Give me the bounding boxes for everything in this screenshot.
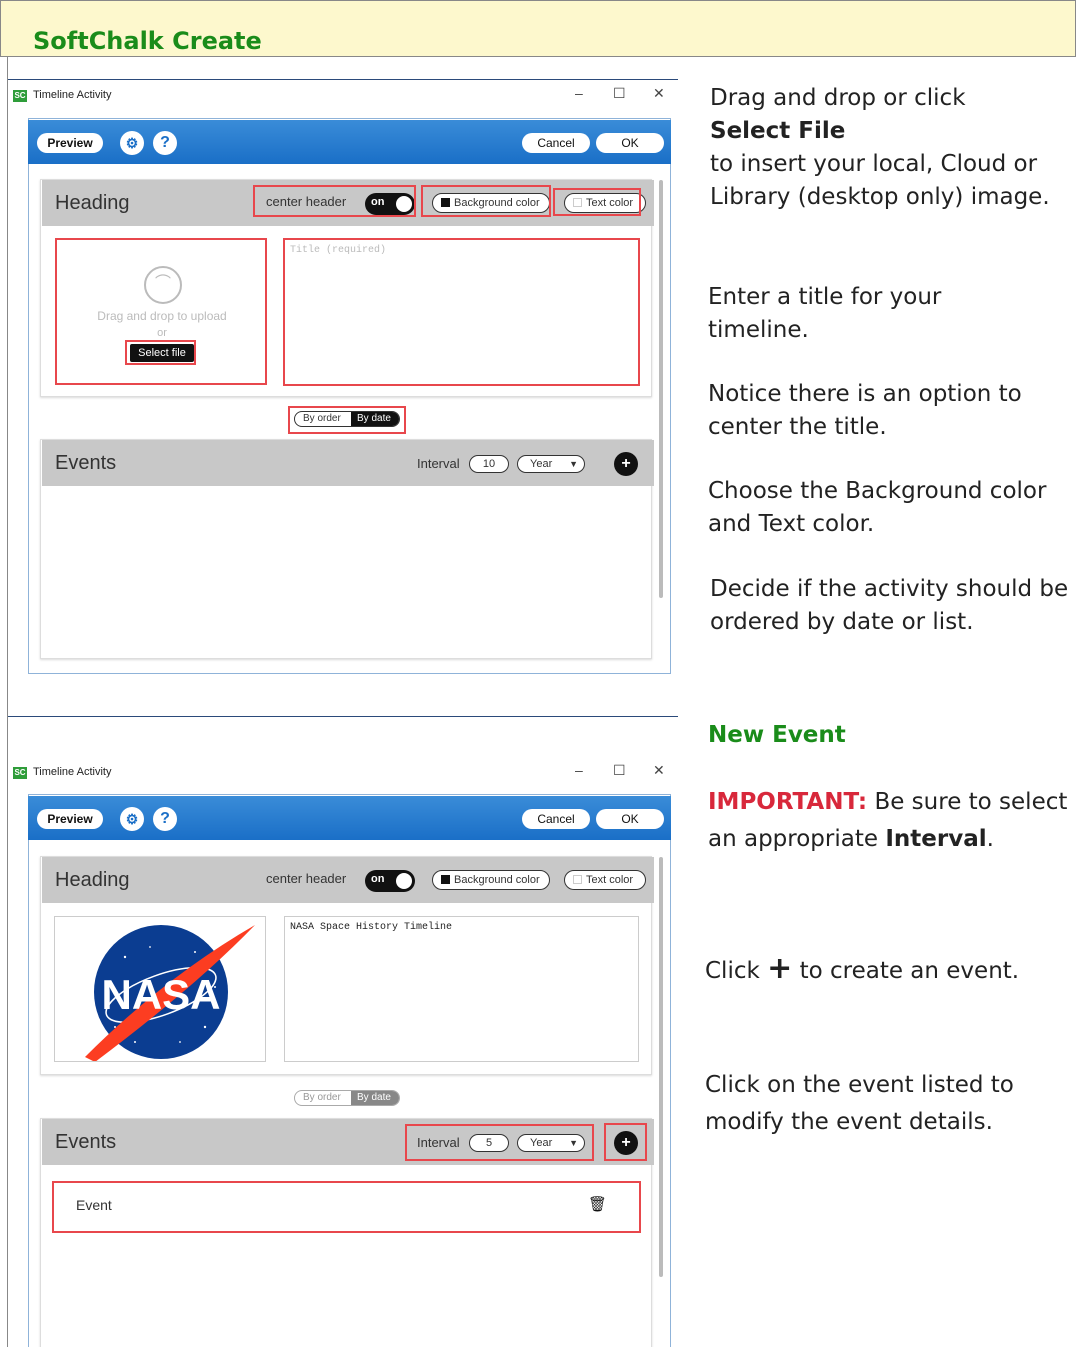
gear-icon[interactable]: ⚙ — [120, 807, 144, 831]
note-select-file: Drag and drop or click Select File to in… — [710, 82, 1070, 214]
chevron-down-icon: ▼ — [569, 459, 578, 469]
window-title: Timeline Activity — [33, 766, 112, 778]
title-input[interactable]: NASA Space History Timeline — [284, 916, 639, 1062]
toggle-label: on — [371, 873, 385, 885]
softchalk-logo-icon: SC — [13, 767, 27, 779]
note-text: to insert your local, Cloud or Library (… — [710, 151, 1050, 210]
ok-button[interactable]: OK — [596, 133, 664, 153]
text-color-button[interactable]: Text color — [564, 870, 646, 890]
highlight-background-color — [421, 185, 551, 217]
interval-label: Interval — [417, 456, 460, 471]
note-text: Drag and drop or click — [710, 85, 966, 111]
scrollbar[interactable] — [659, 180, 663, 598]
heading-label: Heading — [55, 869, 130, 891]
highlight-title-input — [283, 238, 640, 386]
toggle-knob — [396, 873, 412, 889]
gear-icon[interactable]: ⚙ — [120, 131, 144, 155]
add-event-button[interactable]: + — [614, 452, 638, 476]
highlight-text-color — [553, 188, 641, 216]
uploaded-image[interactable]: NASA — [54, 916, 266, 1062]
heading-bar: Heading center header on Background colo… — [42, 857, 654, 903]
close-button[interactable]: ✕ — [653, 762, 665, 779]
nasa-logo-image: NASA — [85, 925, 255, 1061]
highlight-order-toggle — [288, 406, 406, 434]
events-label: Events — [55, 1131, 117, 1153]
heading-label: Heading — [55, 192, 130, 214]
events-label: Events — [55, 452, 117, 474]
help-icon[interactable]: ? — [153, 131, 177, 155]
order-toggle[interactable]: By order By date — [294, 1090, 400, 1106]
preview-button[interactable]: Preview — [37, 809, 103, 829]
maximize-button[interactable]: ☐ — [613, 85, 626, 102]
banner-title: SoftChalk Create — [33, 27, 262, 55]
cancel-button[interactable]: Cancel — [522, 133, 590, 153]
maximize-button[interactable]: ☐ — [613, 762, 626, 779]
separator-line — [8, 716, 678, 717]
interval-unit-select[interactable]: Year ▼ — [517, 455, 585, 473]
highlight-add-event — [604, 1123, 647, 1161]
events-bar: Events Interval 10 Year ▼ + — [42, 440, 654, 486]
cancel-button[interactable]: Cancel — [522, 809, 590, 829]
note-click-plus: Click + to create an event. — [705, 948, 1025, 992]
text-color-label: Text color — [586, 874, 634, 886]
swatch-icon — [441, 875, 450, 884]
by-date-option[interactable]: By date — [351, 1091, 399, 1105]
window-titlebar: SC Timeline Activity – ☐ ✕ — [8, 757, 678, 787]
toolbar: Preview ⚙ ? Cancel OK — [28, 796, 671, 840]
timeline-window-2: SC Timeline Activity – ☐ ✕ Preview ⚙ ? C… — [8, 757, 678, 1347]
window-titlebar: SC Timeline Activity – ☐ ✕ — [8, 80, 678, 110]
highlight-select-file — [125, 340, 196, 365]
help-icon[interactable]: ? — [153, 807, 177, 831]
timeline-window-1: SC Timeline Activity – ☐ ✕ Preview ⚙ ? C… — [8, 80, 678, 676]
nasa-logo-text: NASA — [101, 971, 220, 1018]
softchalk-logo-icon: SC — [13, 90, 27, 102]
center-header-label: center header — [266, 871, 347, 886]
highlight-event-item — [52, 1181, 641, 1233]
interval-unit-value: Year — [530, 458, 553, 470]
note-center: Notice there is an option to center the … — [708, 381, 1022, 440]
close-button[interactable]: ✕ — [653, 85, 665, 102]
note-important: IMPORTANT: Be sure to select an appropri… — [708, 784, 1068, 858]
highlight-interval — [405, 1124, 594, 1161]
highlight-center-header — [253, 185, 416, 217]
top-banner: SoftChalk Create — [0, 0, 1076, 57]
ok-button[interactable]: OK — [596, 809, 664, 829]
note-colors: Choose the Background color and Text col… — [708, 478, 1047, 537]
note-period: . — [986, 826, 994, 852]
preview-button[interactable]: Preview — [37, 133, 103, 153]
swatch-icon — [573, 875, 582, 884]
new-event-heading: New Event — [708, 722, 846, 748]
note-text: Click — [705, 958, 760, 984]
minimize-button[interactable]: – — [575, 762, 583, 778]
note-select-file-bold: Select File — [710, 118, 846, 144]
center-header-toggle[interactable]: on — [365, 870, 415, 892]
toolbar: Preview ⚙ ? Cancel OK — [28, 120, 671, 164]
interval-input[interactable]: 10 — [469, 455, 509, 473]
minimize-button[interactable]: – — [575, 85, 583, 101]
note-modify-event: Click on the event listed to modify the … — [705, 1072, 1014, 1135]
scrollbar[interactable] — [659, 857, 663, 1277]
note-order: Decide if the activity should be ordered… — [710, 576, 1069, 635]
background-color-button[interactable]: Background color — [432, 870, 550, 890]
window-title: Timeline Activity — [33, 89, 112, 101]
note-title: Enter a title for your timeline. — [708, 284, 942, 343]
interval-bold: Interval — [885, 826, 987, 852]
by-order-option[interactable]: By order — [303, 1091, 341, 1105]
note-text: to create an event. — [799, 958, 1020, 984]
important-label: IMPORTANT: — [708, 789, 868, 815]
plus-icon: + — [767, 951, 793, 986]
background-color-label: Background color — [454, 874, 540, 886]
